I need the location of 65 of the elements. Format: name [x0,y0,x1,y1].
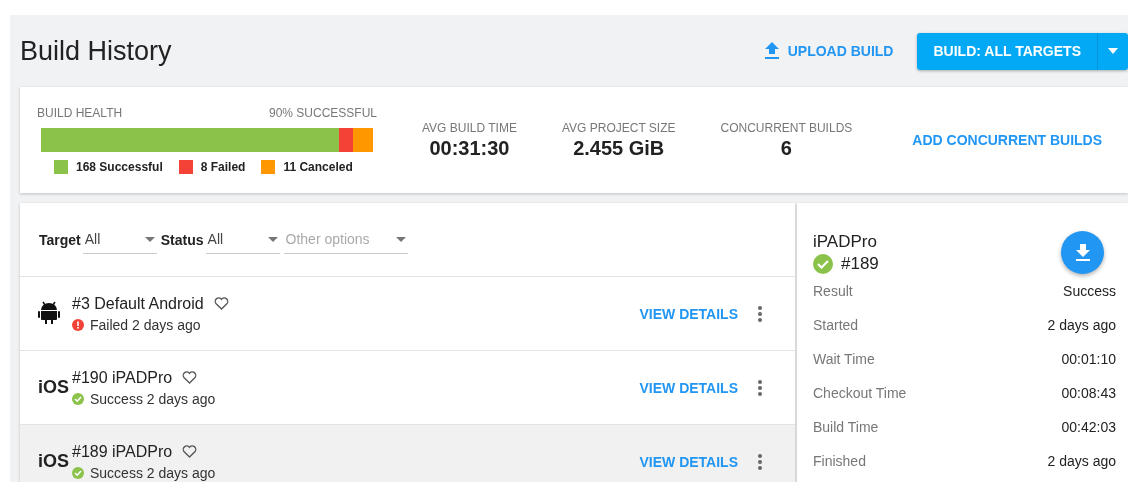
page-title: Build History [20,35,172,67]
more-icon[interactable] [758,453,762,470]
platform-label: iOS [38,377,69,397]
stat-label: AVG PROJECT SIZE [561,120,676,135]
filter-dropdown[interactable]: Other options [283,225,408,254]
field-label: Result [813,283,853,299]
field-label: Build Time [813,419,879,435]
stat-label: CONCURRENT BUILDS [720,120,853,135]
build-title: #190 iPADPro [72,368,173,387]
build-number: #189 [841,253,879,274]
check-circle-icon [72,392,84,405]
build-title: #189 iPADPro [72,442,173,461]
upload-build-button[interactable]: UPLOAD BUILD [763,42,894,60]
field-value: Success [1063,283,1116,299]
build-status: Success 2 days ago [90,390,216,407]
heart-icon[interactable] [213,297,229,310]
field-value: 00:42:03 [1061,419,1116,435]
field-value: 00:01:10 [1061,351,1116,367]
health-label: BUILD HEALTH [37,106,123,120]
check-circle-icon [72,466,84,479]
view-details-link[interactable]: VIEW DETAILS [639,305,738,322]
android-icon [38,299,60,324]
field-label: Started [813,317,859,333]
view-details-link[interactable]: VIEW DETAILS [639,379,738,396]
stat-value: 00:31:30 [429,136,510,160]
build-all-targets-button[interactable]: BUILD: ALL TARGETS [917,32,1098,70]
build-row[interactable]: #3 Default Android Failed 2 days ago VIEW DETAILS [20,277,795,351]
filter-dropdown[interactable]: All [82,225,157,254]
add-concurrent-builds-link[interactable]: ADD CONCURRENT BUILDS [912,132,1103,148]
stat-value: 2.455 GiB [573,136,665,160]
field-value: 2 days ago [1047,317,1116,333]
download-icon [1074,243,1091,262]
stat-value: 6 [780,136,792,160]
caret-icon [144,236,155,242]
caret-icon [395,236,406,242]
heart-icon[interactable] [182,371,198,384]
check-circle-icon [813,253,833,274]
platform-label: iOS [38,451,69,471]
upload-icon [763,42,780,60]
legend-label: 11 Canceled [283,160,353,174]
field-label: Finished [813,453,866,469]
filter-dropdown[interactable]: All [205,225,280,254]
download-button[interactable] [1061,231,1104,274]
field-label: Wait Time [813,351,875,367]
heart-icon[interactable] [182,445,198,458]
field-value: 00:08:43 [1061,385,1116,401]
build-status: Failed 2 days ago [90,316,201,333]
detail-title: iPADPro [813,231,878,252]
field-label: Checkout Time [813,385,907,401]
more-icon[interactable] [758,379,762,396]
caret-icon [267,236,278,242]
stat-label: AVG BUILD TIME [422,120,517,135]
legend-label: 168 Successful [76,160,163,174]
view-details-link[interactable]: VIEW DETAILS [639,453,738,470]
filter-label: Status [160,231,204,248]
filter-label: Target [39,231,81,248]
health-bar-segment [353,128,373,152]
more-icon[interactable] [758,305,762,322]
caret-icon [1108,48,1118,54]
success-rate: 90% SUCCESSFUL [268,106,377,120]
legend-label: 8 Failed [200,160,246,174]
field-value: 2 days ago [1047,453,1116,469]
build-status: Success 2 days ago [90,464,216,481]
build-title: #3 Default Android [72,294,204,313]
error-icon [72,318,84,331]
